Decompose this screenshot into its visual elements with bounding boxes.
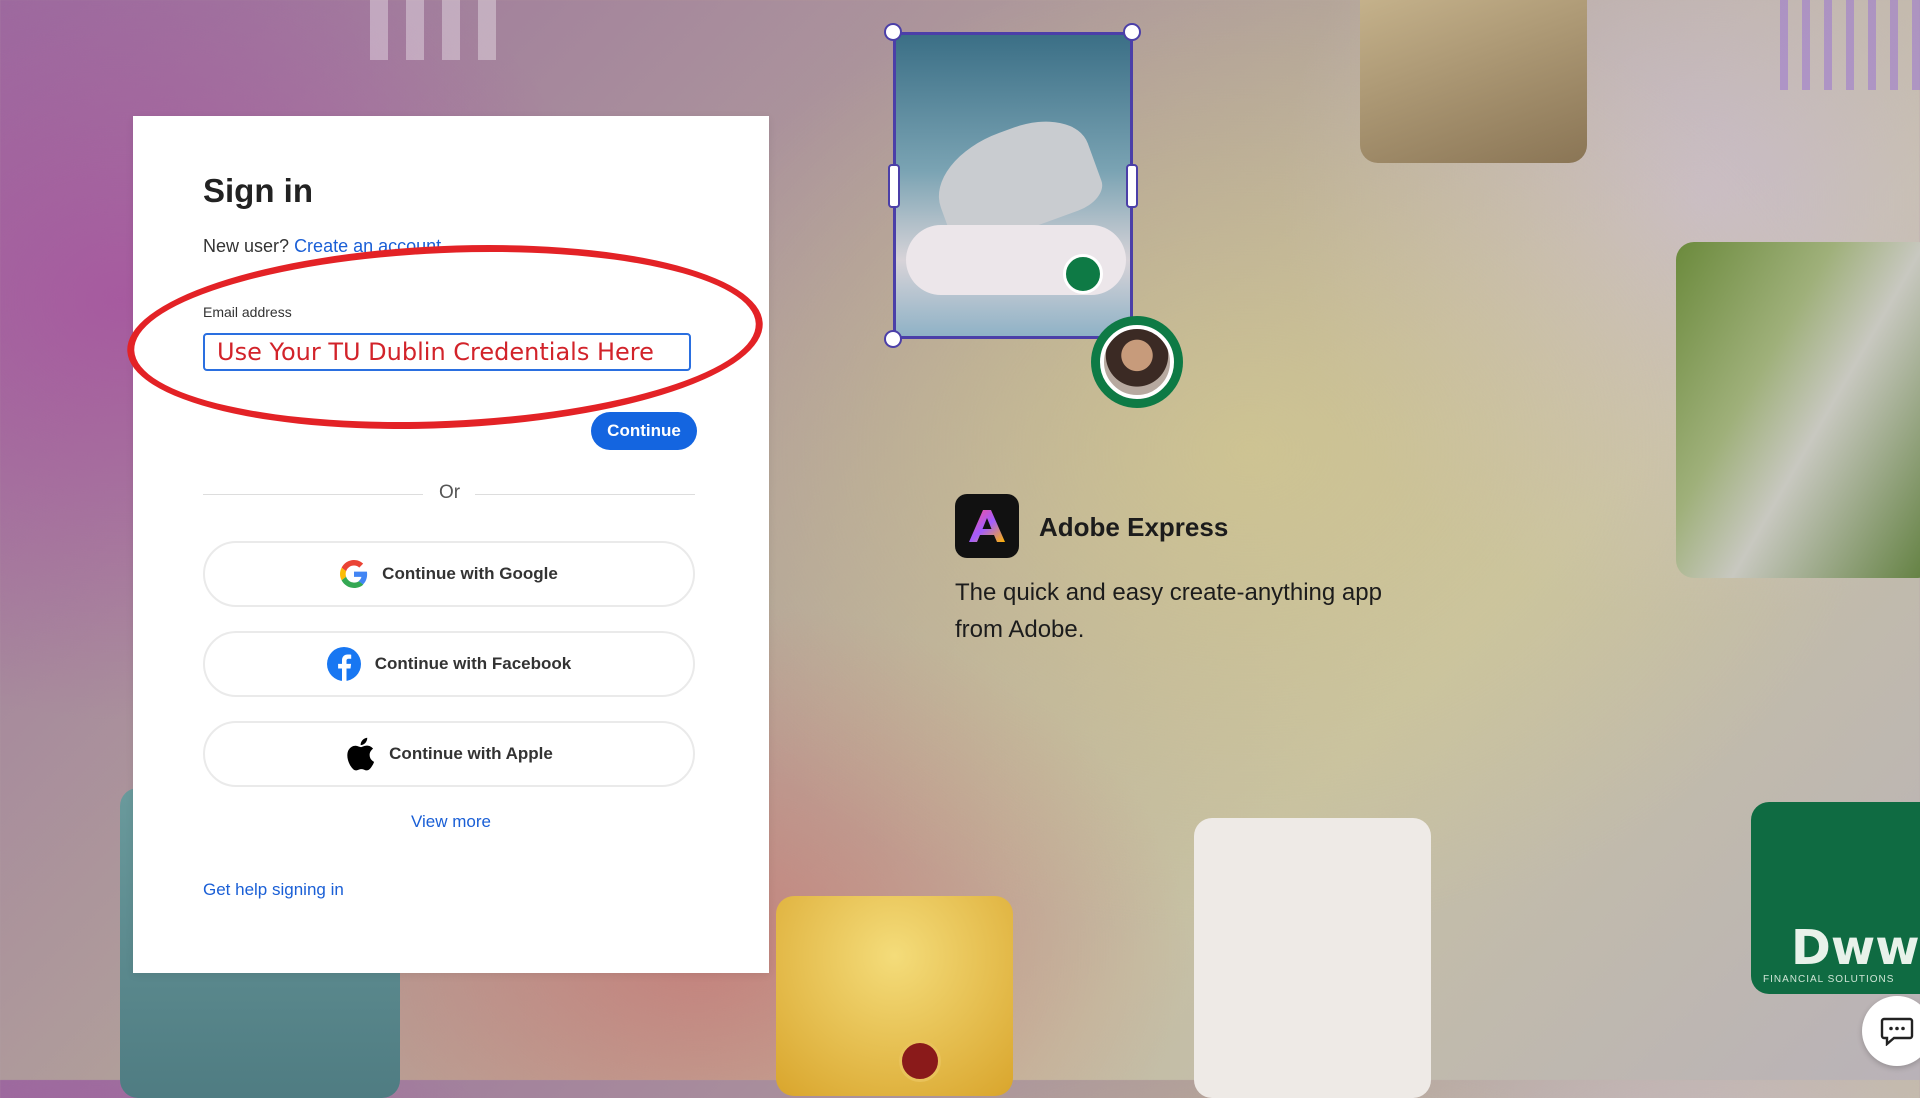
red-dot (899, 1040, 941, 1082)
continue-button[interactable]: Continue (591, 412, 697, 450)
chat-button[interactable] (1862, 996, 1920, 1066)
top-stripes-decor (370, 0, 500, 60)
facebook-button-label: Continue with Facebook (374, 654, 572, 673)
or-separator: Or (439, 482, 461, 503)
avatar-photo (1100, 325, 1174, 399)
google-button-label: Continue with Google (382, 564, 558, 583)
green-logo-text: Dww (1791, 920, 1920, 976)
email-field[interactable] (203, 333, 691, 371)
top-right-stripes-decor (1780, 0, 1920, 90)
divider-left (203, 494, 423, 495)
adobe-express-logo-icon (955, 494, 1019, 558)
apple-button-label: Continue with Apple (389, 744, 553, 763)
green-dot (1063, 254, 1103, 294)
abstract-shapes-tile (1194, 818, 1431, 1098)
new-user-text: New user? (203, 236, 290, 256)
signin-card: Sign in New user? Create an account Emai… (123, 116, 769, 973)
house-image-tile (1676, 242, 1920, 578)
apple-signin-button[interactable]: Continue with Apple (203, 721, 695, 787)
google-icon (340, 560, 368, 588)
divider-right (475, 494, 695, 495)
sneaker-image-frame (884, 23, 1141, 348)
selection-handle[interactable] (884, 23, 902, 41)
new-user-row: New user? Create an account (203, 236, 441, 257)
help-signing-in-link[interactable]: Get help signing in (203, 880, 344, 899)
page-title: Sign in (203, 172, 313, 209)
chat-icon (1880, 1017, 1914, 1046)
app-name: Adobe Express (1039, 512, 1229, 542)
selection-handle[interactable] (888, 164, 900, 208)
collaborator-avatar (1091, 316, 1183, 408)
google-signin-button[interactable]: Continue with Google (203, 541, 695, 607)
selection-handle[interactable] (884, 330, 902, 348)
view-more-link[interactable]: View more (411, 812, 491, 831)
create-account-link[interactable]: Create an account (294, 236, 441, 256)
promo-section: Adobe Express The quick and easy create-… (955, 494, 1382, 643)
email-label: Email address (203, 304, 292, 320)
selection-handle[interactable] (1123, 23, 1141, 41)
green-logo-tile: Dww FINANCIAL SOLUTIONS (1751, 802, 1920, 994)
facebook-signin-button[interactable]: Continue with Facebook (203, 631, 695, 697)
facebook-icon (326, 647, 361, 681)
vase-image-tile (1360, 0, 1587, 163)
apple-icon (347, 737, 375, 771)
bubbles-image-tile (776, 896, 1013, 1096)
selection-handle[interactable] (1126, 164, 1138, 208)
app-description: The quick and easy create-anything app f… (955, 579, 1382, 643)
sneaker-image (893, 32, 1133, 339)
green-logo-subtext: FINANCIAL SOLUTIONS (1763, 974, 1895, 985)
express-a-glyph (969, 510, 1005, 542)
